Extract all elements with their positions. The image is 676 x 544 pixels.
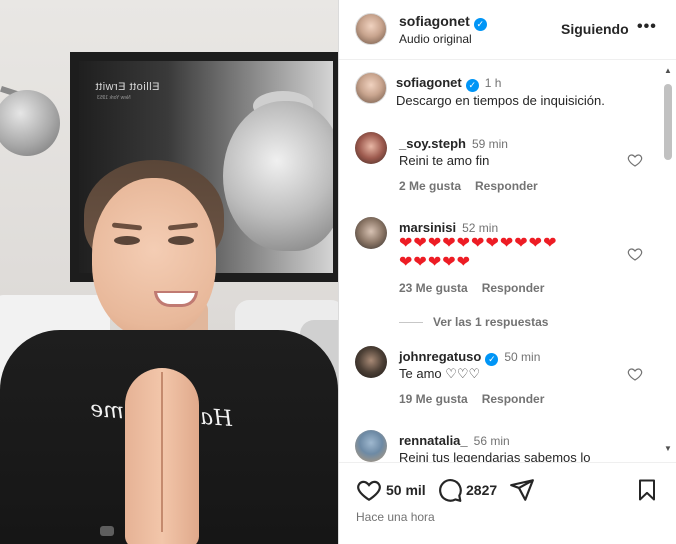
comment-text: Reini te amo fin bbox=[399, 153, 490, 168]
caption-text: Descargo en tiempos de inquisición. bbox=[396, 93, 605, 108]
comments-count[interactable]: 2827 bbox=[466, 482, 497, 498]
post-actions: 50 mil 2827 Hace una hora bbox=[339, 462, 676, 544]
reply-button[interactable]: Responder bbox=[475, 179, 538, 193]
comment-heart-icon[interactable] bbox=[627, 246, 643, 262]
comment-meta: 23 Me gusta Responder bbox=[399, 281, 544, 295]
scrollbar-thumb[interactable] bbox=[664, 84, 672, 160]
post-media[interactable]: Elliott Erwitt New York 1953 Hall of Fam… bbox=[0, 0, 338, 544]
comment-likes[interactable]: 2 Me gusta bbox=[399, 179, 461, 193]
likes-count[interactable]: 50 mil bbox=[386, 482, 426, 498]
heart-icon[interactable] bbox=[356, 477, 382, 503]
post-header: sofiagonet ✓ Audio original Siguiendo ••• bbox=[339, 0, 676, 60]
post-time[interactable]: Hace una hora bbox=[356, 510, 435, 524]
comment-username[interactable]: rennatalia_ bbox=[399, 433, 468, 448]
comment-username[interactable]: johnregatuso bbox=[399, 349, 481, 364]
comment-avatar[interactable] bbox=[355, 346, 387, 378]
comment-text: Te amo ♡♡♡ bbox=[399, 366, 481, 381]
comment-heart-icon[interactable] bbox=[627, 366, 643, 382]
audio-link[interactable]: Audio original bbox=[399, 32, 472, 46]
comment-avatar[interactable] bbox=[355, 217, 387, 249]
comment-meta: 19 Me gusta Responder bbox=[399, 392, 544, 406]
author-username-text[interactable]: sofiagonet bbox=[399, 13, 470, 29]
comment-time[interactable]: 52 min bbox=[462, 221, 498, 235]
verified-badge-icon: ✓ bbox=[473, 18, 487, 31]
verified-badge-icon: ✓ bbox=[485, 353, 499, 366]
poster-face bbox=[223, 101, 333, 251]
comment-username[interactable]: marsinisi bbox=[399, 220, 456, 235]
more-options-icon[interactable]: ••• bbox=[637, 18, 657, 36]
comment-meta: 2 Me gusta Responder bbox=[399, 179, 538, 193]
bookmark-icon[interactable] bbox=[635, 477, 659, 503]
scroll-up-arrow-icon[interactable]: ▲ bbox=[664, 66, 672, 75]
comment-avatar[interactable] bbox=[355, 132, 387, 164]
comment-time[interactable]: 59 min bbox=[472, 137, 508, 151]
poster-title: Elliott Erwitt bbox=[95, 81, 160, 93]
caption-header: sofiagonet ✓ 1 h bbox=[396, 74, 501, 92]
author-avatar[interactable] bbox=[355, 13, 387, 45]
lamp bbox=[0, 90, 60, 156]
comments-list[interactable]: sofiagonet ✓ 1 h Descargo en tiempos de in… bbox=[339, 60, 676, 462]
comment-heart-icon[interactable] bbox=[627, 152, 643, 168]
caption-avatar[interactable] bbox=[355, 72, 387, 104]
comment-time[interactable]: 50 min bbox=[504, 350, 540, 364]
comment-avatar[interactable] bbox=[355, 430, 387, 462]
comment-text: Reini tus legendarias sabemos lo bbox=[399, 450, 591, 462]
reply-button[interactable]: Responder bbox=[482, 281, 545, 295]
view-replies-button[interactable]: Ver las 1 respuestas bbox=[399, 315, 548, 329]
wrist-tattoo bbox=[100, 526, 114, 536]
hands-split bbox=[161, 372, 163, 532]
comment-likes[interactable]: 19 Me gusta bbox=[399, 392, 468, 406]
poster-subtitle: New York 1953 bbox=[97, 95, 131, 101]
reply-button[interactable]: Responder bbox=[482, 392, 545, 406]
person-eye bbox=[114, 236, 140, 245]
caption-username[interactable]: sofiagonet bbox=[396, 75, 462, 90]
comment-time[interactable]: 56 min bbox=[474, 434, 510, 448]
share-icon[interactable] bbox=[509, 477, 535, 503]
comment-icon[interactable] bbox=[437, 477, 463, 503]
comment-text-line1: ❤❤❤❤❤❤❤❤❤❤❤ bbox=[399, 235, 558, 252]
scroll-down-arrow-icon[interactable]: ▼ bbox=[664, 444, 672, 453]
post-side-panel: sofiagonet ✓ Audio original Siguiendo •••… bbox=[338, 0, 676, 544]
person-eye bbox=[168, 236, 194, 245]
person-face bbox=[92, 178, 216, 338]
comments-scrollbar[interactable]: ▲ ▼ bbox=[661, 60, 675, 462]
comment-likes[interactable]: 23 Me gusta bbox=[399, 281, 468, 295]
caption-time[interactable]: 1 h bbox=[485, 76, 502, 90]
comment-text-line2: ❤❤❤❤❤ bbox=[399, 254, 472, 271]
author-username[interactable]: sofiagonet ✓ bbox=[399, 13, 487, 31]
following-button[interactable]: Siguiendo bbox=[561, 21, 629, 37]
comment-username[interactable]: _soy.steph bbox=[399, 136, 466, 151]
